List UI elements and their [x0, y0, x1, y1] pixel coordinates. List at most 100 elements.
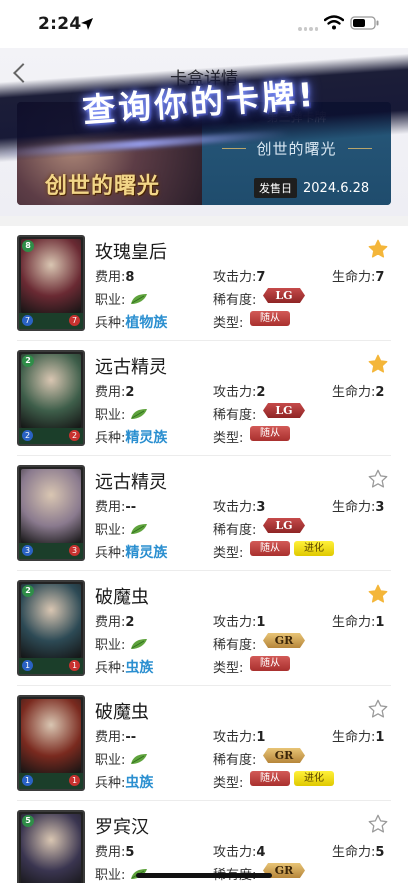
home-indicator [136, 873, 272, 878]
hp-label: 生命力: [332, 270, 376, 285]
attack-value: 3 [256, 500, 266, 515]
cost-label: 费用: [95, 270, 126, 285]
thumb-cost-badge: 5 [22, 815, 34, 827]
tribe-label: 兵种: [95, 546, 126, 561]
card-name: 罗宾汉 [95, 817, 149, 838]
type-badge: 随从 [250, 426, 290, 441]
star-filled-icon[interactable] [367, 583, 389, 605]
card-thumbnail[interactable]: 2 2 2 [17, 350, 85, 446]
hp-field: 生命力:3 [332, 496, 384, 515]
card-name: 远古精灵 [95, 357, 167, 378]
star-filled-icon[interactable] [367, 238, 389, 260]
rarity-badge: GR [263, 633, 305, 648]
type-label: 类型: [213, 431, 244, 446]
tribe-field: 兵种:虫族 [95, 657, 153, 677]
tribe-link[interactable]: 植物族 [125, 315, 167, 331]
card-thumbnail[interactable]: 1 1 [17, 695, 85, 791]
cost-field: 费用:-- [95, 726, 136, 745]
card-art-image [21, 699, 81, 773]
card-thumbnail[interactable]: 8 7 7 [17, 235, 85, 331]
attack-field: 攻击力:1 [213, 726, 265, 745]
thumb-attack-badge: 1 [22, 775, 33, 786]
thumb-attack-badge: 3 [22, 545, 33, 556]
star-outline-icon[interactable] [367, 698, 389, 720]
attack-field: 攻击力:4 [213, 841, 265, 860]
attack-value: 1 [256, 615, 266, 630]
cost-label: 费用: [95, 385, 126, 400]
type-badge: 随从 [250, 541, 290, 556]
rarity-badge: LG [263, 403, 305, 418]
card-name: 玫瑰皇后 [95, 242, 167, 263]
tribe-link[interactable]: 精灵族 [125, 545, 167, 561]
section-divider [0, 216, 408, 226]
cost-label: 费用: [95, 500, 126, 515]
card-row[interactable]: 8 7 7 玫瑰皇后 费用:8 攻击力:7 生命力:7 职业: 稀有度: LG … [17, 226, 391, 341]
tribe-label: 兵种: [95, 316, 126, 331]
star-outline-icon[interactable] [367, 813, 389, 835]
attack-field: 攻击力:2 [213, 381, 265, 400]
attack-label: 攻击力: [213, 385, 257, 400]
attack-label: 攻击力: [213, 500, 257, 515]
card-thumbnail[interactable]: 3 3 [17, 465, 85, 561]
card-row[interactable]: 2 1 1 破魔虫 费用:2 攻击力:1 生命力:1 职业: 稀有度: GR 兵… [17, 571, 391, 686]
banner-ornament-right [348, 148, 372, 149]
banner-logo-text: 创世的曙光 [45, 173, 161, 199]
cost-label: 费用: [95, 845, 126, 860]
banner-info-panel: 第三弹卡牌 创世的曙光 发售日 2024.6.28 [202, 102, 391, 205]
attack-field: 攻击力:1 [213, 611, 265, 630]
leaf-icon [130, 635, 148, 654]
thumb-hp-badge: 2 [69, 430, 80, 441]
rarity-label: 稀有度: [213, 523, 257, 538]
leaf-icon [130, 520, 148, 539]
card-row[interactable]: 1 1 破魔虫 费用:-- 攻击力:1 生命力:1 职业: 稀有度: GR 兵种… [17, 686, 391, 801]
star-outline-icon[interactable] [367, 468, 389, 490]
tribe-field: 兵种:精灵族 [95, 427, 167, 447]
status-time: 2:24 [38, 14, 82, 34]
tribe-field: 兵种:虫族 [95, 772, 153, 792]
leaf-icon [130, 405, 148, 424]
cost-field: 费用:5 [95, 841, 134, 860]
rarity-label: 稀有度: [213, 638, 257, 653]
attack-field: 攻击力:3 [213, 496, 265, 515]
thumb-attack-badge: 1 [22, 660, 33, 671]
hp-value: 3 [375, 500, 385, 515]
tribe-label: 兵种: [95, 661, 126, 676]
hp-label: 生命力: [332, 500, 376, 515]
card-name: 破魔虫 [95, 587, 149, 608]
hp-value: 1 [375, 615, 385, 630]
tribe-link[interactable]: 虫族 [125, 775, 153, 791]
thumb-cost-badge: 2 [22, 585, 34, 597]
class-label: 职业: [95, 638, 126, 653]
thumb-hp-badge: 3 [69, 545, 80, 556]
cost-value: 8 [125, 270, 135, 285]
card-thumbnail[interactable]: 2 1 1 [17, 580, 85, 676]
evolve-badge: 进化 [294, 541, 334, 556]
card-thumbnail[interactable]: 5 4 5 [17, 810, 85, 883]
attack-value: 2 [256, 385, 266, 400]
card-row[interactable]: 3 3 远古精灵 费用:-- 攻击力:3 生命力:3 职业: 稀有度: LG 兵… [17, 456, 391, 571]
cost-value: 2 [125, 615, 135, 630]
cost-field: 费用:2 [95, 381, 134, 400]
cost-value: -- [125, 500, 137, 515]
hp-field: 生命力:2 [332, 381, 384, 400]
leaf-icon [130, 750, 148, 769]
tribe-link[interactable]: 虫族 [125, 660, 153, 676]
tribe-link[interactable]: 精灵族 [125, 430, 167, 446]
star-filled-icon[interactable] [367, 353, 389, 375]
hp-value: 5 [375, 845, 385, 860]
type-label: 类型: [213, 661, 244, 676]
attack-value: 4 [256, 845, 266, 860]
type-label: 类型: [213, 316, 244, 331]
attack-label: 攻击力: [213, 730, 257, 745]
card-row[interactable]: 2 2 2 远古精灵 费用:2 攻击力:2 生命力:2 职业: 稀有度: LG … [17, 341, 391, 456]
hp-field: 生命力:1 [332, 726, 384, 745]
hp-label: 生命力: [332, 730, 376, 745]
cost-field: 费用:8 [95, 266, 134, 285]
card-row[interactable]: 5 4 5 罗宾汉 费用:5 攻击力:4 生命力:5 职业: 稀有度: GR 兵… [17, 801, 391, 883]
attack-label: 攻击力: [213, 270, 257, 285]
attack-field: 攻击力:7 [213, 266, 265, 285]
thumb-cost-badge: 8 [22, 240, 34, 252]
rarity-label: 稀有度: [213, 753, 257, 768]
hp-field: 生命力:1 [332, 611, 384, 630]
attack-value: 1 [256, 730, 266, 745]
